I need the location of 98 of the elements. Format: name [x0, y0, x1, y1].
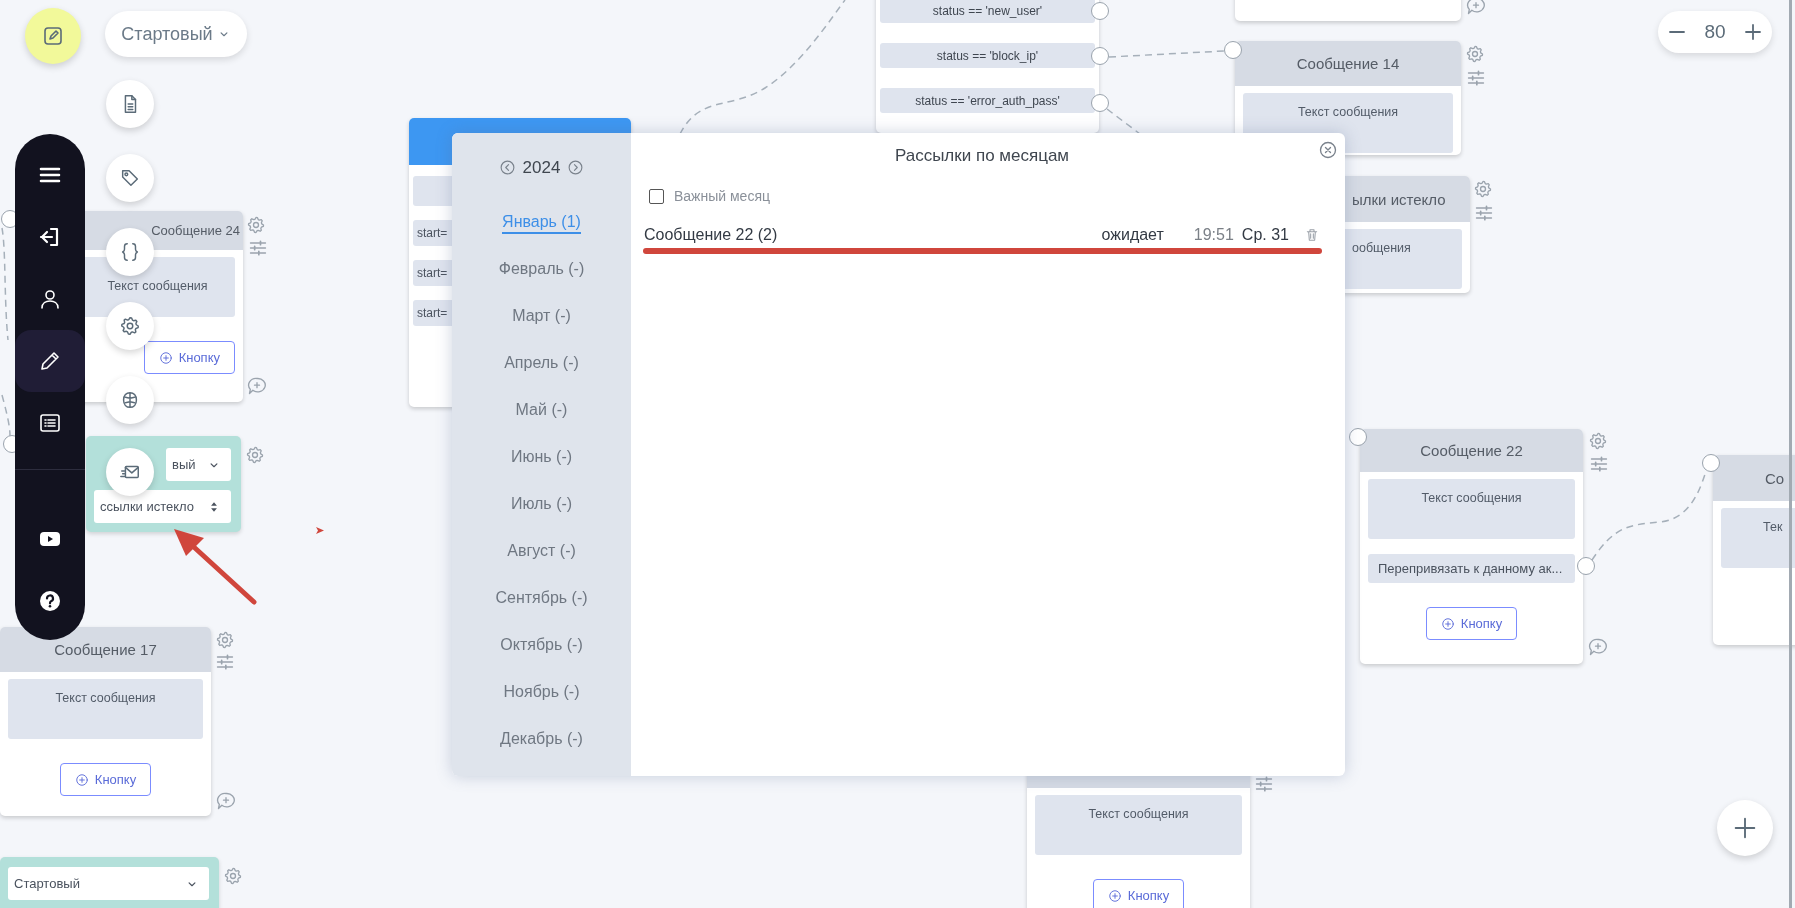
month-tab[interactable]: Ноябрь (-) — [503, 670, 580, 717]
trash-icon — [1304, 227, 1320, 243]
connection-handle[interactable] — [1224, 41, 1242, 59]
sliders-icon[interactable] — [1466, 68, 1486, 88]
message-text: Текст сообщения — [8, 679, 203, 739]
message-text: Тек — [1721, 508, 1795, 568]
edit-button[interactable] — [25, 8, 81, 64]
settings-icon[interactable] — [223, 866, 243, 886]
mailing-time: 19:51 — [1193, 226, 1234, 244]
pencil-icon — [38, 349, 62, 373]
sliders-icon[interactable] — [215, 652, 235, 672]
node-title: Сообщение 14 — [1296, 55, 1400, 72]
select-field[interactable]: вый — [166, 448, 231, 481]
connection-handle[interactable] — [3, 435, 15, 453]
edit-icon — [41, 24, 65, 48]
sliders-icon[interactable] — [1254, 774, 1274, 794]
help-icon — [38, 589, 62, 613]
sliders-icon[interactable] — [1474, 203, 1494, 223]
add-button[interactable]: Кнопку — [1092, 879, 1185, 908]
comment-plus-icon[interactable] — [1466, 0, 1486, 16]
settings-icon[interactable] — [1473, 179, 1493, 199]
year-label: 2024 — [522, 157, 561, 178]
add-button[interactable]: Кнопку — [1425, 607, 1518, 640]
settings-icon[interactable] — [1465, 44, 1485, 64]
month-tab[interactable]: Июль (-) — [510, 482, 573, 530]
month-tab[interactable]: Сентябрь (-) — [495, 576, 588, 624]
plus-circle-icon — [158, 350, 173, 365]
condition-row[interactable]: status == 'new_user' — [880, 0, 1095, 23]
add-button[interactable]: Кнопку — [59, 763, 152, 796]
month-tab[interactable]: Июнь (-) — [510, 435, 573, 483]
comment-plus-icon[interactable] — [247, 376, 267, 396]
condition-row[interactable]: status == 'error_auth_pass' — [880, 88, 1095, 113]
next-year-button[interactable] — [567, 159, 585, 177]
connection-handle[interactable] — [1349, 428, 1367, 446]
settings-icon[interactable] — [215, 630, 235, 650]
zoom-out-button[interactable] — [1666, 29, 1687, 35]
chevron-right-icon — [567, 159, 585, 177]
chevron-left-icon — [498, 159, 516, 177]
close-icon — [1318, 140, 1338, 160]
plus-circle-icon — [1107, 888, 1122, 903]
comment-plus-icon[interactable] — [1588, 637, 1608, 657]
select-field[interactable]: Стартовый — [8, 867, 209, 900]
connector-line — [1106, 108, 1141, 135]
mailing-status: ожидает — [1101, 226, 1164, 244]
month-tab[interactable]: Январь (1) — [502, 200, 581, 248]
settings-icon — [119, 315, 141, 337]
condition-row[interactable]: status == 'block_ip' — [880, 43, 1095, 68]
close-button[interactable] — [1318, 140, 1338, 160]
connection-handle[interactable] — [1, 210, 15, 228]
month-tab[interactable]: Август (-) — [507, 529, 576, 577]
list-icon — [38, 411, 62, 435]
add-button[interactable]: Кнопку — [143, 341, 235, 374]
zoom-value: 80 — [1704, 21, 1726, 43]
plus-circle-icon — [1440, 616, 1455, 631]
mailing-date: Ср. 31 — [1241, 226, 1289, 244]
month-tab[interactable]: Апрель (-) — [504, 341, 579, 389]
action-row[interactable]: Перепривязать к данному ак... — [1368, 554, 1575, 583]
settings-icon[interactable] — [245, 445, 265, 465]
pointer-icon — [316, 527, 324, 534]
tag-icon — [119, 167, 141, 189]
month-tab[interactable]: Май (-) — [515, 388, 568, 436]
previous-year-button[interactable] — [498, 159, 516, 177]
month-tab[interactable]: Октябрь (-) — [500, 623, 583, 670]
add-node-button[interactable] — [1717, 800, 1773, 856]
checkbox[interactable] — [649, 188, 664, 204]
select-field[interactable]: ссылки истекло — [94, 490, 231, 523]
message-text: Текст сообщения — [1035, 795, 1242, 855]
tool-button[interactable] — [106, 80, 154, 128]
month-tab[interactable]: Февраль (-) — [498, 247, 585, 295]
sliders-icon[interactable] — [1589, 454, 1609, 474]
node-title: Сообщение 24 — [151, 223, 240, 238]
node-title: Сообщение 22 — [1420, 442, 1523, 459]
braces-icon — [119, 241, 141, 263]
tool-button[interactable] — [106, 376, 154, 424]
settings-icon[interactable] — [1588, 431, 1608, 451]
dialog-title: Рассылки по месяцам — [893, 146, 1071, 167]
node-title: Со — [1765, 469, 1785, 487]
message-text: Текст сообщения — [1368, 479, 1575, 539]
delete-button[interactable] — [1304, 227, 1320, 243]
month-tab[interactable]: Март (-) — [512, 294, 571, 342]
nav-button[interactable] — [15, 330, 85, 392]
tool-button[interactable] — [106, 154, 154, 202]
connection-handle[interactable] — [1702, 454, 1720, 472]
settings-icon[interactable] — [246, 215, 266, 235]
month-tab[interactable]: Декабрь (-) — [500, 716, 583, 764]
node-title: Сообщение 17 — [54, 641, 157, 658]
checkbox-label: Важный месяц — [674, 188, 770, 204]
minus-icon — [1668, 31, 1685, 33]
scrollbar[interactable] — [1789, 0, 1792, 908]
mailing-name: Сообщение 22 (2) — [644, 226, 779, 244]
comment-plus-icon[interactable] — [216, 791, 236, 811]
plus-circle-icon — [74, 772, 89, 787]
plus-icon — [1745, 24, 1762, 40]
zoom-in-button[interactable] — [1743, 22, 1764, 42]
node-title: ылки истекло — [1352, 190, 1446, 208]
user-icon — [38, 287, 62, 311]
sliders-icon[interactable] — [248, 238, 268, 258]
mode-dropdown[interactable]: Стартовый — [105, 11, 247, 57]
